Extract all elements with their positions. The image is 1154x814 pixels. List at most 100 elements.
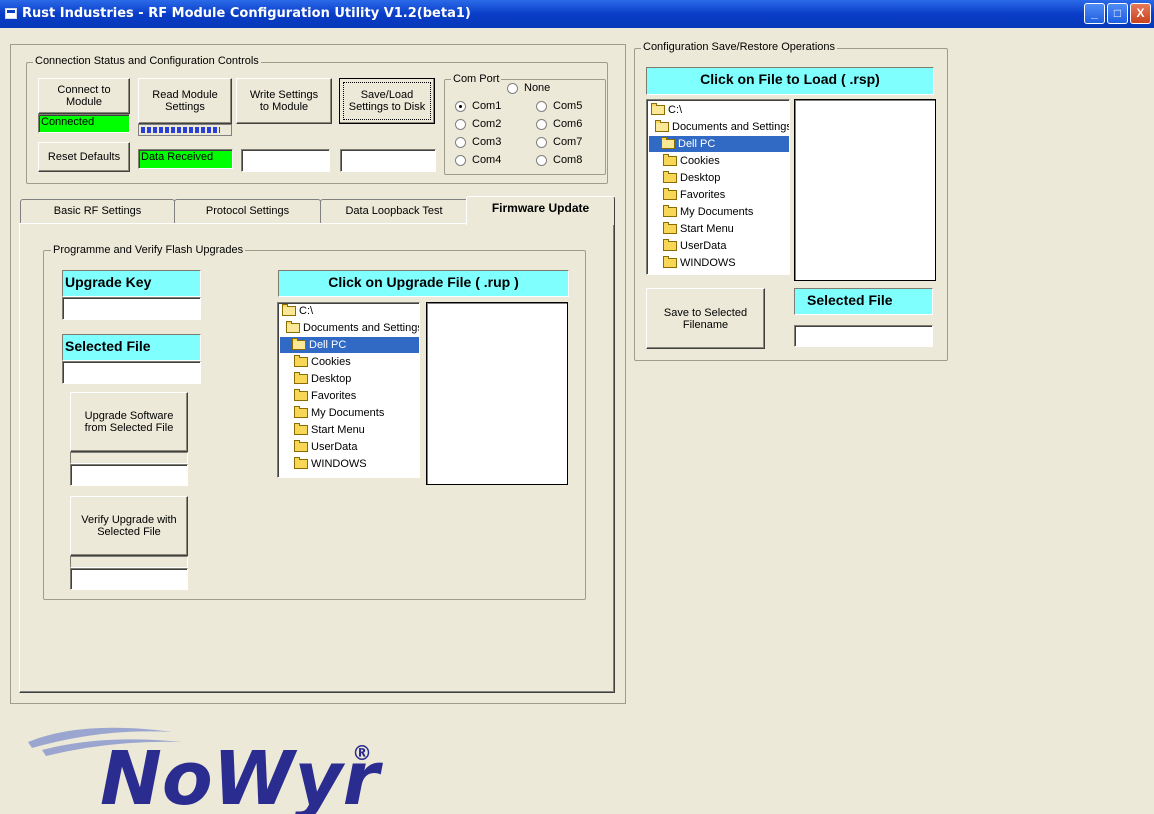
config-file-list[interactable] xyxy=(794,99,936,281)
tree-item-docs[interactable]: Documents and Settings xyxy=(286,320,420,336)
tree-item-dellpc[interactable]: Dell PC xyxy=(649,136,789,152)
reset-defaults-button[interactable]: Reset Defaults xyxy=(38,142,130,172)
tree-item-mydocuments[interactable]: My Documents xyxy=(663,204,753,220)
read-settings-button[interactable]: Read Module Settings xyxy=(138,78,232,124)
com7-label: Com7 xyxy=(553,136,583,148)
com4-radio[interactable]: Com4 xyxy=(455,154,501,166)
click-load-file-label: Click on File to Load ( .rsp) xyxy=(646,67,934,95)
com5-radio[interactable]: Com5 xyxy=(536,100,582,112)
tree-item-label: C:\ xyxy=(299,305,314,317)
radio-dot xyxy=(536,154,547,166)
folder-open-icon xyxy=(655,120,669,132)
folder-icon xyxy=(663,239,677,251)
verify-upgrade-button[interactable]: Verify Upgrade with Selected File xyxy=(70,496,188,556)
config-ops-label: Configuration Save/Restore Operations xyxy=(641,41,837,53)
read-settings-label: Read Module Settings xyxy=(152,89,218,113)
fw-file-list[interactable] xyxy=(426,302,568,485)
com8-radio[interactable]: Com8 xyxy=(536,154,582,166)
com1-radio[interactable]: Com1 xyxy=(455,100,501,112)
tree-item-label: Dell PC xyxy=(678,138,716,150)
connection-status: Connected xyxy=(38,114,130,133)
fw-selected-file-label: Selected File xyxy=(62,334,201,361)
upgrade-key-input[interactable] xyxy=(62,297,201,320)
com8-label: Com8 xyxy=(553,154,583,166)
folder-icon xyxy=(294,423,308,435)
upgrade-key-label: Upgrade Key xyxy=(62,270,201,297)
tree-item-label: WINDOWS xyxy=(680,257,736,269)
write-status-field xyxy=(241,149,330,172)
folder-open-icon xyxy=(292,338,306,350)
tree-item-windows[interactable]: WINDOWS xyxy=(663,255,736,271)
tree-item-root[interactable]: C:\ xyxy=(651,102,682,118)
click-upgrade-file-label: Click on Upgrade File ( .rup ) xyxy=(278,270,569,297)
tab-basic-rf[interactable]: Basic RF Settings xyxy=(20,199,175,223)
config-directory-tree[interactable]: C:\ Documents and Settings Dell PC Cooki… xyxy=(646,99,790,275)
write-settings-button[interactable]: Write Settings to Module xyxy=(236,78,332,124)
tree-item-mydocuments[interactable]: My Documents xyxy=(294,405,384,421)
tree-item-windows[interactable]: WINDOWS xyxy=(294,456,367,472)
minimize-button[interactable]: _ xyxy=(1084,3,1105,24)
tree-item-startmenu[interactable]: Start Menu xyxy=(663,221,734,237)
upgrade-progress-bar xyxy=(70,452,188,464)
folder-open-icon xyxy=(282,304,296,316)
upgrade-software-button[interactable]: Upgrade Software from Selected File xyxy=(70,392,188,452)
tree-item-desktop[interactable]: Desktop xyxy=(663,170,720,186)
fw-directory-tree[interactable]: C:\ Documents and Settings Dell PC Cooki… xyxy=(277,302,420,478)
tree-item-label: Favorites xyxy=(311,390,357,402)
tab-protocol[interactable]: Protocol Settings xyxy=(174,199,321,223)
close-button[interactable]: X xyxy=(1130,3,1151,24)
tree-item-startmenu[interactable]: Start Menu xyxy=(294,422,365,438)
verify-status-field xyxy=(70,568,188,590)
tree-item-userdata[interactable]: UserData xyxy=(294,439,357,455)
connect-button[interactable]: Connect to Module xyxy=(38,78,130,114)
tree-item-label: Desktop xyxy=(311,373,352,385)
tree-item-label: UserData xyxy=(680,240,727,252)
restore-button[interactable]: □ xyxy=(1107,3,1128,24)
com3-radio[interactable]: Com3 xyxy=(455,136,501,148)
save-load-button[interactable]: Save/Load Settings to Disk xyxy=(339,78,435,124)
com6-label: Com6 xyxy=(553,118,583,130)
logo-registered-mark: ® xyxy=(352,741,372,765)
com1-label: Com1 xyxy=(472,100,502,112)
tree-item-userdata[interactable]: UserData xyxy=(663,238,726,254)
tree-item-cookies[interactable]: Cookies xyxy=(294,354,351,370)
tree-item-favorites[interactable]: Favorites xyxy=(663,187,725,203)
folder-icon xyxy=(663,188,677,200)
com4-label: Com4 xyxy=(472,154,502,166)
data-status: Data Received xyxy=(138,149,233,169)
folder-icon xyxy=(294,389,308,401)
nowyr-logo: NoWyr ® xyxy=(28,727,384,814)
folder-icon xyxy=(663,171,677,183)
tree-item-desktop[interactable]: Desktop xyxy=(294,371,351,387)
save-selected-button[interactable]: Save to Selected Filename xyxy=(646,288,765,349)
tab-firmware-update[interactable]: Firmware Update xyxy=(466,196,615,225)
com7-radio[interactable]: Com7 xyxy=(536,136,582,148)
save-selected-label: Save to Selected Filename xyxy=(663,306,748,331)
com6-radio[interactable]: Com6 xyxy=(536,118,582,130)
read-progress-fill xyxy=(141,127,220,133)
folder-open-icon xyxy=(651,103,665,115)
tree-item-docs[interactable]: Documents and Settings xyxy=(655,119,789,135)
radio-dot xyxy=(455,154,466,166)
tree-item-label: My Documents xyxy=(311,407,385,419)
folder-icon xyxy=(294,457,308,469)
tree-item-root[interactable]: C:\ xyxy=(282,303,313,319)
folder-icon xyxy=(294,372,308,384)
com2-radio[interactable]: Com2 xyxy=(455,118,501,130)
com-none-radio[interactable]: None xyxy=(507,82,550,94)
tab-loopback[interactable]: Data Loopback Test xyxy=(320,199,468,223)
write-settings-label: Write Settings to Module xyxy=(249,89,319,113)
radio-dot xyxy=(536,136,547,148)
save-load-status-field xyxy=(340,149,436,172)
tree-item-label: C:\ xyxy=(668,104,683,116)
tree-item-label: Documents and Settings xyxy=(303,322,420,334)
config-selected-file-label: Selected File xyxy=(794,288,933,315)
tree-item-label: WINDOWS xyxy=(311,458,367,470)
verify-upgrade-label: Verify Upgrade with Selected File xyxy=(81,514,177,538)
com5-label: Com5 xyxy=(553,100,583,112)
config-selected-file-field xyxy=(794,325,933,347)
tree-item-favorites[interactable]: Favorites xyxy=(294,388,356,404)
connection-group-label: Connection Status and Configuration Cont… xyxy=(33,55,261,67)
tree-item-dellpc[interactable]: Dell PC xyxy=(280,337,419,353)
tree-item-cookies[interactable]: Cookies xyxy=(663,153,720,169)
